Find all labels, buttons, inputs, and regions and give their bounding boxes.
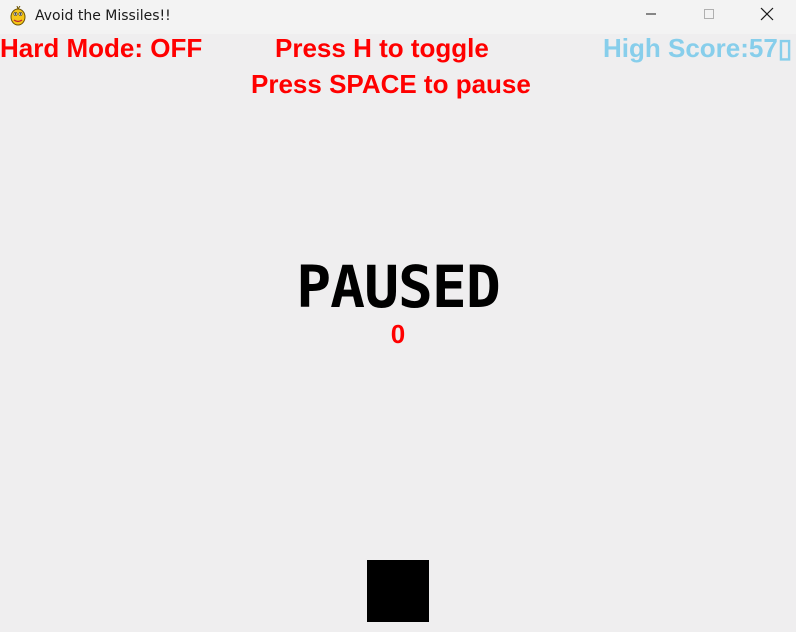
player-block: [367, 560, 429, 622]
maximize-icon: [703, 7, 715, 25]
close-button[interactable]: [738, 0, 796, 32]
high-score: High Score:57▯: [603, 33, 793, 63]
pygame-snake-icon: [9, 5, 27, 26]
toggle-hint: Press H to toggle: [275, 33, 489, 63]
game-window: Avoid the Missiles!! Hard Mode: OFF Pres…: [0, 0, 796, 632]
game-canvas[interactable]: Hard Mode: OFF Press H to toggle High Sc…: [0, 34, 796, 632]
close-icon: [760, 7, 774, 26]
title-bar[interactable]: Avoid the Missiles!!: [0, 0, 796, 34]
minimize-icon: [645, 7, 657, 25]
maximize-button[interactable]: [680, 0, 738, 32]
window-title: Avoid the Missiles!!: [35, 8, 171, 24]
pause-hint: Press SPACE to pause: [251, 69, 531, 99]
minimize-button[interactable]: [622, 0, 680, 32]
paused-title: PAUSED: [296, 253, 501, 321]
current-score: 0: [390, 319, 406, 349]
hard-mode-status: Hard Mode: OFF: [0, 33, 203, 63]
